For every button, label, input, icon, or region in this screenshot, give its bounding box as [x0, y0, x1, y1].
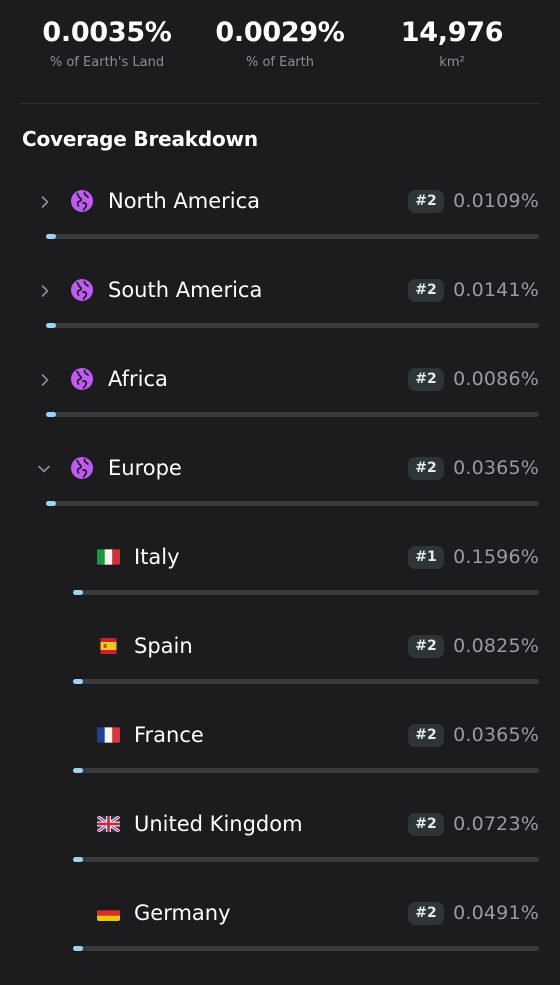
- stat-value: 14,976: [400, 17, 504, 48]
- progress-fill: [73, 590, 83, 595]
- rank-badge: #2: [408, 813, 444, 836]
- continent-name: North America: [108, 189, 261, 213]
- section-title: Coverage Breakdown: [22, 127, 258, 151]
- stat-label: % of Earth: [245, 55, 314, 70]
- country-row-italy[interactable]: Italy #1 0.1596%: [0, 534, 560, 623]
- country-name: Germany: [134, 901, 231, 925]
- coverage-percent: 0.0141%: [453, 279, 539, 301]
- country-row-spain[interactable]: Spain #2 0.0825%: [0, 623, 560, 712]
- coverage-percent: 0.0109%: [453, 190, 539, 212]
- progress-track: [73, 679, 539, 684]
- stat-area-km2: 14,976 km²: [362, 14, 542, 73]
- country-name: France: [134, 723, 204, 747]
- chevron-right-icon[interactable]: [38, 195, 52, 209]
- coverage-percent: 0.0825%: [453, 635, 539, 657]
- france-flag-icon: [97, 727, 120, 743]
- progress-fill: [46, 234, 56, 239]
- united-kingdom-flag-icon: [97, 816, 120, 832]
- globe-icon: [70, 189, 94, 213]
- continent-name: Africa: [108, 367, 168, 391]
- stat-land-percent: 0.0035% % of Earth's Land: [17, 14, 197, 73]
- progress-fill: [73, 946, 83, 951]
- country-row-france[interactable]: France #2 0.0365%: [0, 712, 560, 801]
- stats-header: 0.0035% % of Earth's Land 0.0029% % of E…: [0, 0, 560, 104]
- stat-earth-percent: 0.0029% % of Earth: [190, 14, 370, 73]
- stat-label: km²: [439, 55, 465, 70]
- progress-fill: [46, 501, 56, 506]
- spain-flag-icon: [97, 638, 120, 654]
- continent-name: South America: [108, 278, 263, 302]
- rank-badge: #2: [408, 902, 444, 925]
- globe-icon: [70, 278, 94, 302]
- progress-track: [46, 234, 539, 239]
- progress-track: [46, 412, 539, 417]
- progress-track: [46, 323, 539, 328]
- progress-track: [73, 946, 539, 951]
- continent-row-europe[interactable]: Europe #2 0.0365%: [0, 445, 560, 534]
- progress-fill: [46, 412, 56, 417]
- coverage-percent: 0.0365%: [453, 457, 539, 479]
- globe-icon: [70, 456, 94, 480]
- rank-badge: #2: [408, 724, 444, 747]
- rank-badge: #2: [408, 279, 444, 302]
- country-name: Spain: [134, 634, 193, 658]
- continent-row-south-america[interactable]: South America #2 0.0141%: [0, 267, 560, 356]
- progress-track: [73, 857, 539, 862]
- stat-label: % of Earth's Land: [49, 55, 165, 70]
- rank-badge: #2: [408, 635, 444, 658]
- progress-fill: [73, 768, 83, 773]
- rank-badge: #2: [408, 190, 444, 213]
- progress-track: [73, 768, 539, 773]
- continent-row-north-america[interactable]: North America #2 0.0109%: [0, 178, 560, 267]
- country-row-united-kingdom[interactable]: United Kingdom #2 0.0723%: [0, 801, 560, 890]
- chevron-right-icon[interactable]: [38, 284, 52, 298]
- stat-value: 0.0029%: [215, 17, 345, 48]
- progress-fill: [73, 857, 83, 862]
- chevron-right-icon[interactable]: [38, 373, 52, 387]
- rank-badge: #2: [408, 457, 444, 480]
- country-name: United Kingdom: [134, 812, 303, 836]
- progress-fill: [73, 679, 83, 684]
- globe-icon: [70, 367, 94, 391]
- coverage-percent: 0.0723%: [453, 813, 539, 835]
- coverage-percent: 0.1596%: [453, 546, 539, 568]
- country-row-germany[interactable]: Germany #2 0.0491%: [0, 890, 560, 979]
- coverage-percent: 0.0086%: [453, 368, 539, 390]
- coverage-percent: 0.0491%: [453, 902, 539, 924]
- continent-name: Europe: [108, 456, 182, 480]
- progress-track: [46, 501, 539, 506]
- germany-flag-icon: [97, 905, 120, 921]
- rank-badge: #1: [408, 546, 444, 569]
- progress-fill: [46, 323, 56, 328]
- progress-track: [73, 590, 539, 595]
- chevron-down-icon[interactable]: [37, 462, 51, 476]
- divider: [20, 103, 540, 104]
- stat-value: 0.0035%: [42, 17, 172, 48]
- italy-flag-icon: [97, 549, 120, 565]
- country-name: Italy: [134, 545, 180, 569]
- rank-badge: #2: [408, 368, 444, 391]
- coverage-percent: 0.0365%: [453, 724, 539, 746]
- continent-row-africa[interactable]: Africa #2 0.0086%: [0, 356, 560, 445]
